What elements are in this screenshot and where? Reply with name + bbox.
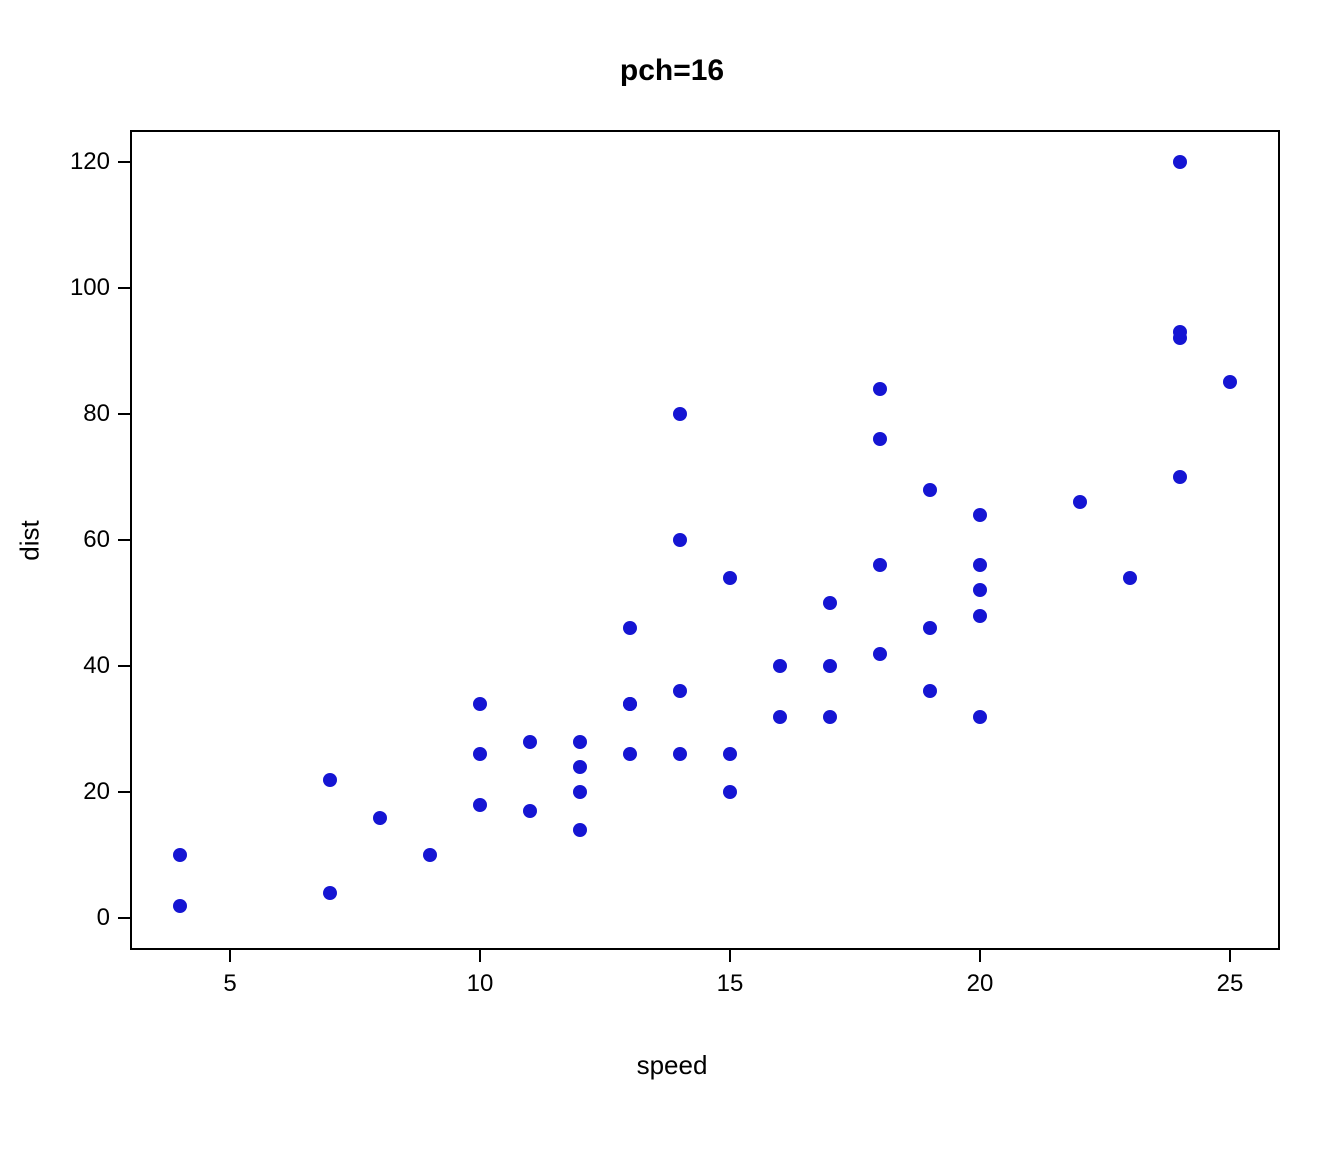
data-point (873, 432, 887, 446)
data-point (723, 571, 737, 585)
data-point (173, 848, 187, 862)
data-point (823, 710, 837, 724)
x-tick-label: 5 (223, 970, 236, 998)
data-point (1073, 495, 1087, 509)
x-tick (229, 950, 231, 962)
data-point (823, 659, 837, 673)
data-point (473, 798, 487, 812)
data-point (473, 697, 487, 711)
data-point (423, 848, 437, 862)
data-point (873, 382, 887, 396)
chart-title: pch=16 (0, 54, 1344, 88)
y-tick-label: 120 (50, 148, 110, 176)
data-point (823, 596, 837, 610)
data-point (973, 710, 987, 724)
y-tick-label: 40 (50, 652, 110, 680)
data-point (723, 785, 737, 799)
x-tick-label: 25 (1217, 970, 1244, 998)
data-point (623, 747, 637, 761)
data-point (773, 659, 787, 673)
data-point (623, 697, 637, 711)
data-point (523, 804, 537, 818)
data-point (973, 583, 987, 597)
data-point (373, 811, 387, 825)
data-point (723, 747, 737, 761)
y-tick-label: 80 (50, 400, 110, 428)
y-tick (118, 791, 130, 793)
y-tick-label: 20 (50, 778, 110, 806)
data-point (973, 609, 987, 623)
data-point (973, 508, 987, 522)
data-point (873, 558, 887, 572)
data-point (973, 558, 987, 572)
data-point (573, 785, 587, 799)
y-tick-label: 60 (50, 526, 110, 554)
data-point (323, 773, 337, 787)
x-tick-label: 10 (467, 970, 494, 998)
y-tick (118, 161, 130, 163)
data-point (773, 710, 787, 724)
y-tick (118, 665, 130, 667)
y-tick-label: 100 (50, 274, 110, 302)
x-tick (1229, 950, 1231, 962)
data-point (573, 760, 587, 774)
y-tick (118, 287, 130, 289)
y-tick (118, 539, 130, 541)
data-point (573, 823, 587, 837)
x-tick-label: 20 (967, 970, 994, 998)
data-point (573, 735, 587, 749)
data-point (923, 621, 937, 635)
y-tick-label: 0 (50, 904, 110, 932)
plot-area (130, 130, 1280, 950)
data-point (673, 747, 687, 761)
x-tick (979, 950, 981, 962)
data-point (923, 684, 937, 698)
data-point (1173, 470, 1187, 484)
y-tick (118, 413, 130, 415)
y-tick (118, 917, 130, 919)
data-point (1173, 155, 1187, 169)
chart-container: pch=16 dist speed 5 10 15 20 25 0 20 40 60 80 100 1… (0, 0, 1344, 1152)
data-point (623, 621, 637, 635)
x-tick (479, 950, 481, 962)
data-point (673, 684, 687, 698)
data-point (173, 899, 187, 913)
data-point (1223, 375, 1237, 389)
data-point (923, 483, 937, 497)
x-tick-label: 15 (717, 970, 744, 998)
x-axis-label: speed (0, 1050, 1344, 1081)
data-point (523, 735, 537, 749)
y-axis-label: dist (15, 491, 46, 591)
data-point (673, 407, 687, 421)
data-point (473, 747, 487, 761)
data-point (323, 886, 337, 900)
data-point (873, 647, 887, 661)
data-point (673, 533, 687, 547)
data-point (1123, 571, 1137, 585)
data-point (1173, 325, 1187, 339)
x-tick (729, 950, 731, 962)
